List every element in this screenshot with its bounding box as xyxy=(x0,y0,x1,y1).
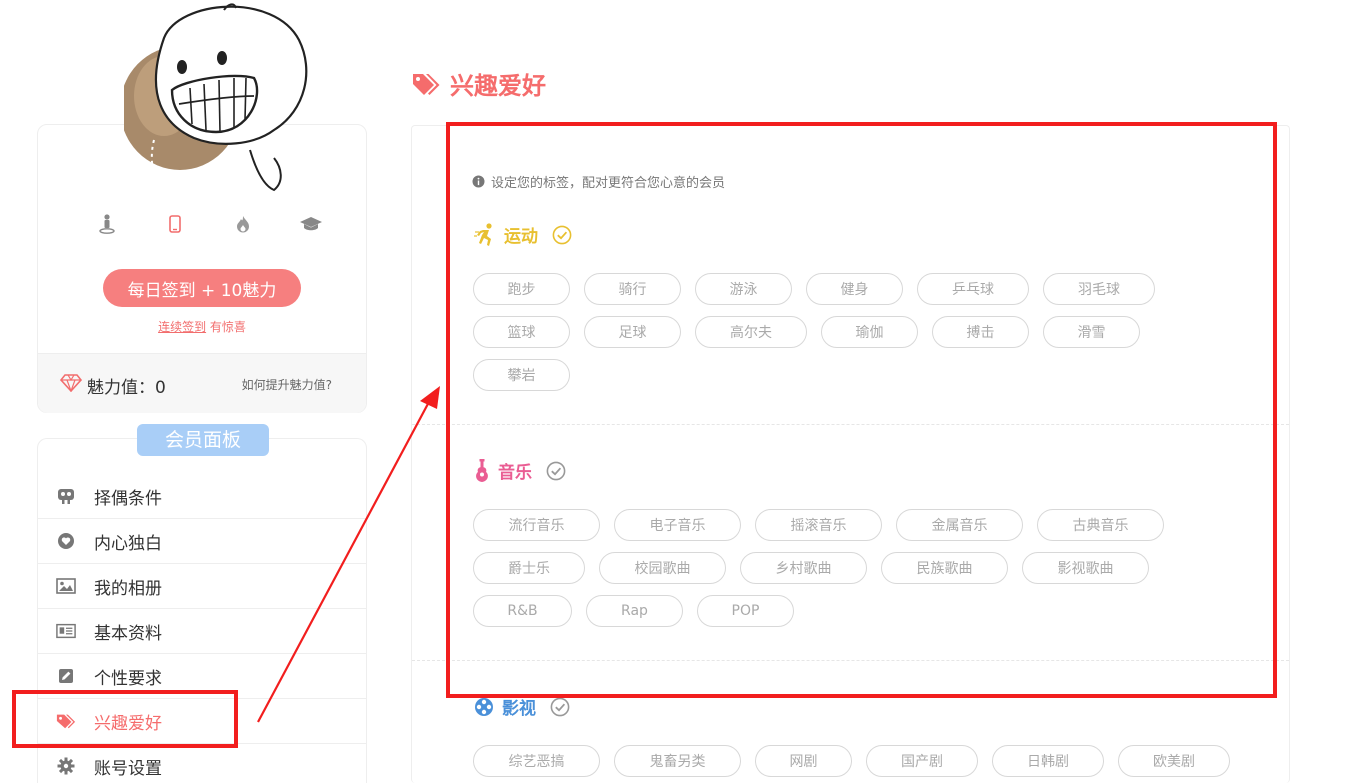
tag-row: 综艺恶搞 鬼畜另类 网剧 国产剧 日韩剧 欧美剧 xyxy=(473,745,1253,783)
gear-icon xyxy=(56,756,76,776)
charm-value: 魅力值：0 xyxy=(87,378,166,398)
menu-item-label: 账号设置 xyxy=(94,758,162,779)
annotation-menu-box xyxy=(12,690,238,748)
tag[interactable]: 欧美剧 xyxy=(1118,745,1230,777)
image-icon xyxy=(56,576,76,596)
charm-bar: 魅力值：0 如何提升魅力值? xyxy=(38,353,366,413)
menu-item-basic-info[interactable]: 基本资料 xyxy=(38,609,366,654)
tag[interactable]: 日韩剧 xyxy=(992,745,1104,777)
charm-help-link[interactable]: 如何提升魅力值? xyxy=(242,376,332,393)
avatar[interactable] xyxy=(124,0,309,192)
menu-item-label: 个性要求 xyxy=(94,668,162,689)
menu-item-label: 内心独白 xyxy=(94,533,162,554)
graduation-cap-icon[interactable] xyxy=(298,211,324,237)
profile-icon-row xyxy=(94,211,324,237)
continuous-signin-link[interactable]: 连续签到 xyxy=(158,320,206,334)
heart-icon xyxy=(56,531,76,551)
menu-item-label: 我的相册 xyxy=(94,578,162,599)
menu-item-label: 择偶条件 xyxy=(94,488,162,509)
signin-suffix: 有惊喜 xyxy=(209,320,246,334)
person-icon[interactable] xyxy=(94,211,120,237)
phone-icon[interactable] xyxy=(162,211,188,237)
tag-list: 综艺恶搞 鬼畜另类 网剧 国产剧 日韩剧 欧美剧 xyxy=(473,745,1253,783)
tag[interactable]: 网剧 xyxy=(755,745,852,777)
film-reel-icon xyxy=(474,697,494,717)
menu-item-account-settings[interactable]: 账号设置 xyxy=(38,744,366,783)
page-title-text: 兴趣爱好 xyxy=(450,72,546,100)
page-title: 兴趣爱好 xyxy=(412,66,546,101)
menu-item-mate-criteria[interactable]: 择偶条件 xyxy=(38,474,366,519)
menu-item-my-album[interactable]: 我的相册 xyxy=(38,564,366,609)
tag[interactable]: 综艺恶搞 xyxy=(473,745,600,777)
annotation-highlight-box xyxy=(446,122,1277,698)
tags-icon xyxy=(413,73,440,95)
signin-note: 连续签到 有惊喜 xyxy=(38,318,366,335)
daily-signin-button[interactable]: 每日签到 + 10魅力 xyxy=(103,269,301,307)
couple-icon xyxy=(56,486,76,506)
diamond-icon xyxy=(59,374,83,396)
tag[interactable]: 国产剧 xyxy=(866,745,978,777)
edit-icon xyxy=(56,666,76,686)
menu-item-label: 基本资料 xyxy=(94,623,162,644)
check-circle-icon[interactable] xyxy=(550,697,570,717)
member-panel-title: 会员面板 xyxy=(137,424,269,456)
tag[interactable]: 鬼畜另类 xyxy=(614,745,741,777)
fire-icon[interactable] xyxy=(230,211,256,237)
id-card-icon xyxy=(56,621,76,641)
menu-item-inner-monologue[interactable]: 内心独白 xyxy=(38,519,366,564)
